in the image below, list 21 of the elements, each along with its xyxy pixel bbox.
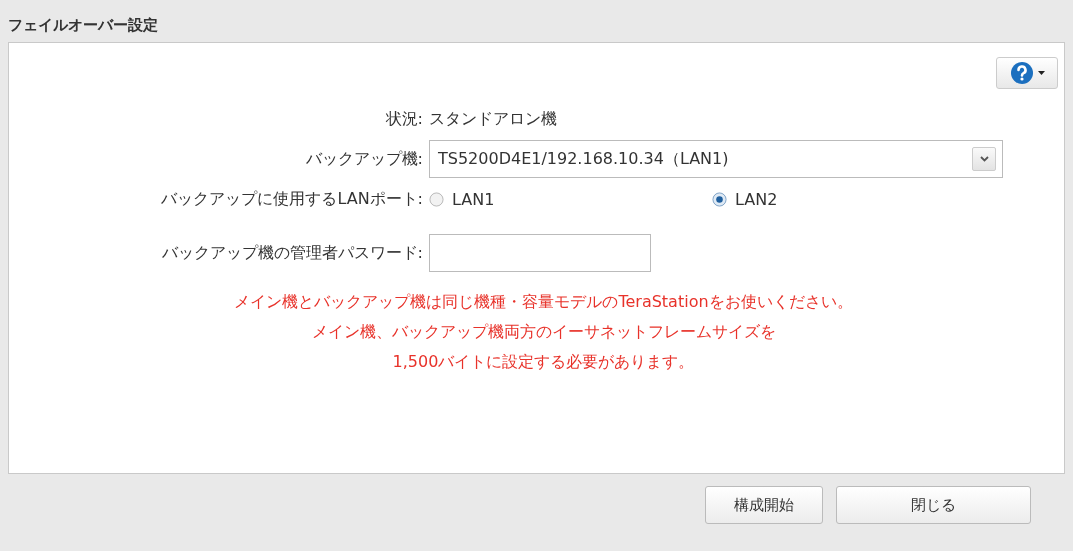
start-button[interactable]: 構成開始	[705, 486, 823, 524]
radio-button[interactable]	[429, 191, 444, 207]
field-label: 状況:	[385, 108, 423, 130]
dialog-title: フェイルオーバー設定	[8, 16, 159, 36]
caret-icon	[1037, 71, 1045, 75]
field-label: バックアップ機の管理者パスワード:	[161, 242, 423, 264]
warning-text: メイン機、バックアップ機両方のイーサネットフレームサイズを	[311, 321, 776, 343]
field-label: バックアップに使用するLANポート:	[161, 188, 423, 210]
help-button[interactable]	[996, 57, 1058, 89]
backup-unit-dropdown[interactable]: TS5200D4E1/192.168.10.34（LAN1)	[429, 140, 1003, 178]
help-icon	[1009, 61, 1034, 85]
field-label: バックアップ機:	[305, 148, 423, 170]
password-field[interactable]	[429, 234, 651, 272]
warning-text: 1,500バイトに設定する必要があります。	[392, 351, 695, 373]
close-button[interactable]: 閉じる	[836, 486, 1031, 524]
radio-option[interactable]: LAN1	[429, 189, 712, 209]
chevron-down-icon	[979, 156, 989, 162]
warning-text: メイン機とバックアップ機は同じ機種・容量モデルのTeraStationをお使いください。	[234, 291, 853, 313]
status-value: スタンドアロン機	[429, 108, 557, 130]
radio-button[interactable]	[712, 191, 727, 207]
radio-option[interactable]: LAN2	[712, 189, 995, 209]
